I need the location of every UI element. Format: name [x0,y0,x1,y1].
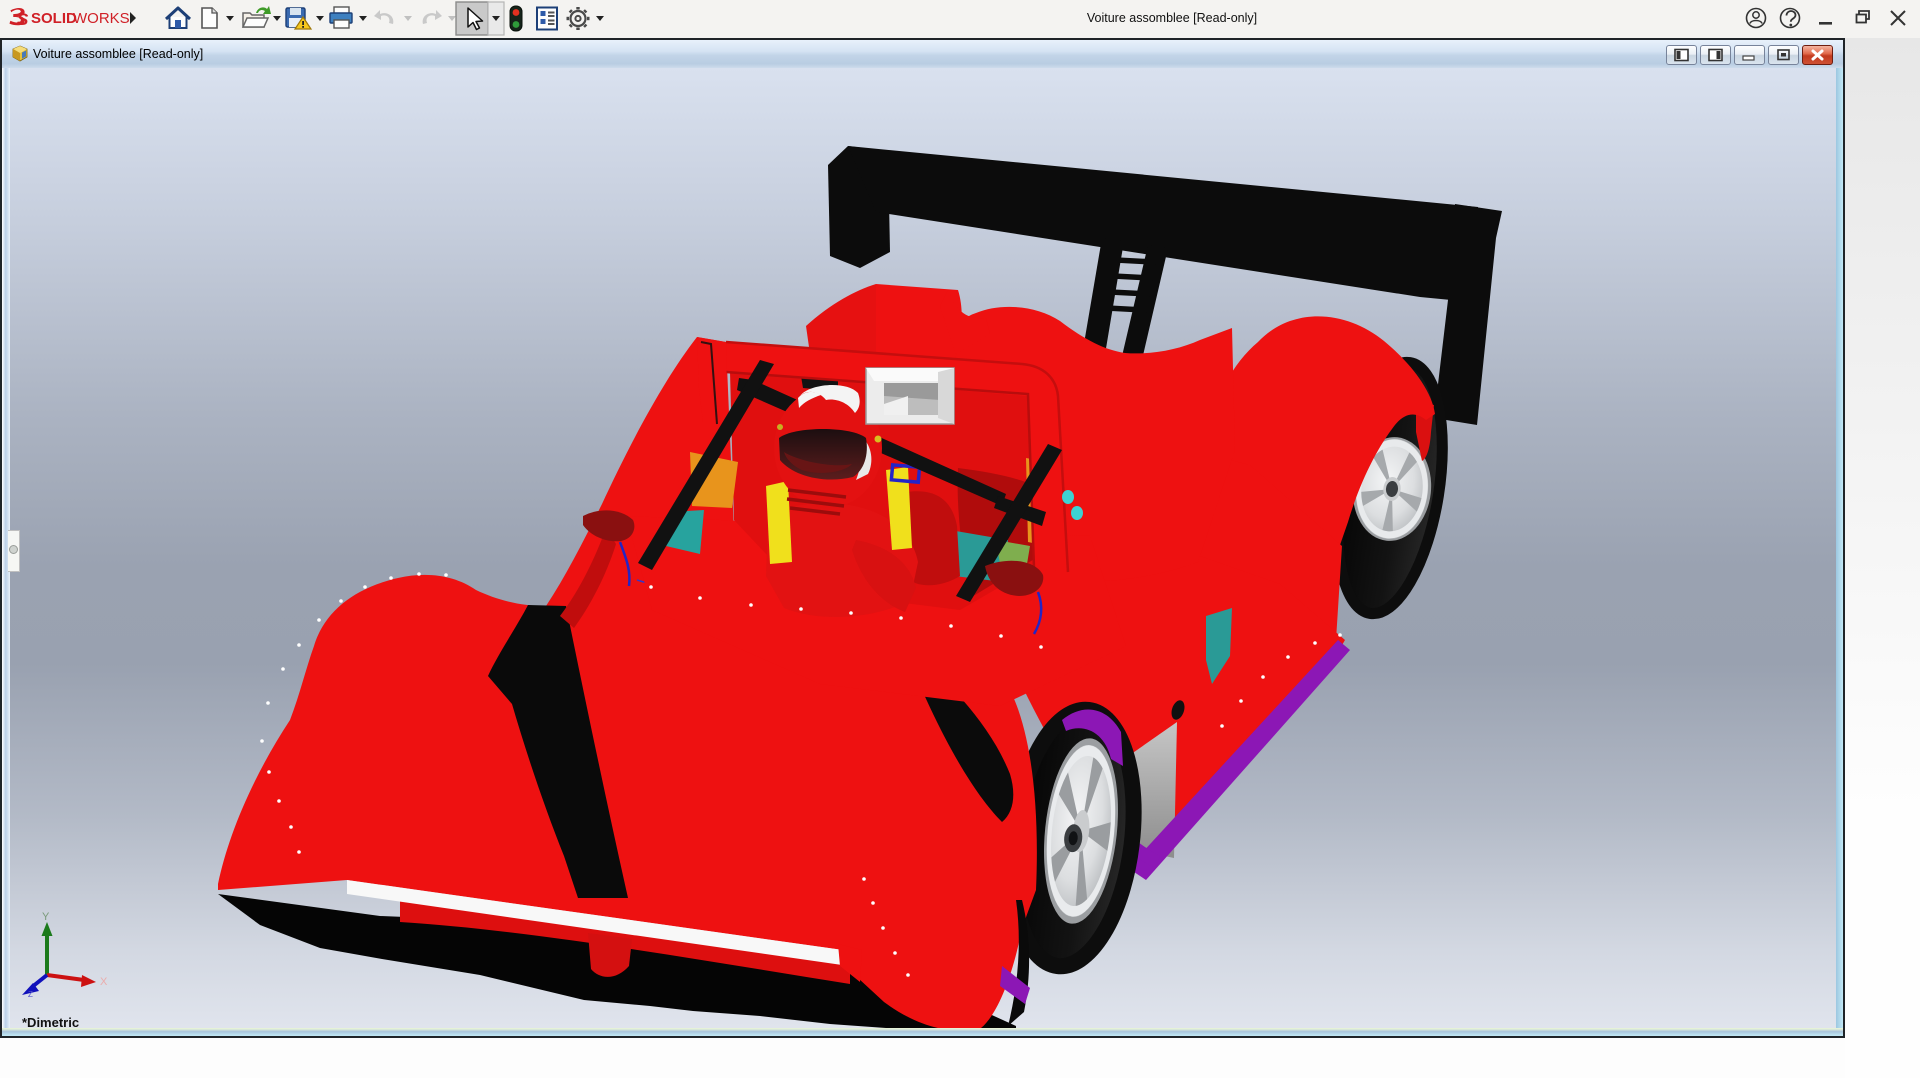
svg-text:X: X [100,976,108,988]
svg-text:S: S [17,10,29,29]
svg-text:WORKS: WORKS [73,10,130,27]
svg-text:Z: Z [28,990,33,999]
svg-text:Y: Y [42,911,50,923]
svg-text:SOLID: SOLID [31,10,77,27]
